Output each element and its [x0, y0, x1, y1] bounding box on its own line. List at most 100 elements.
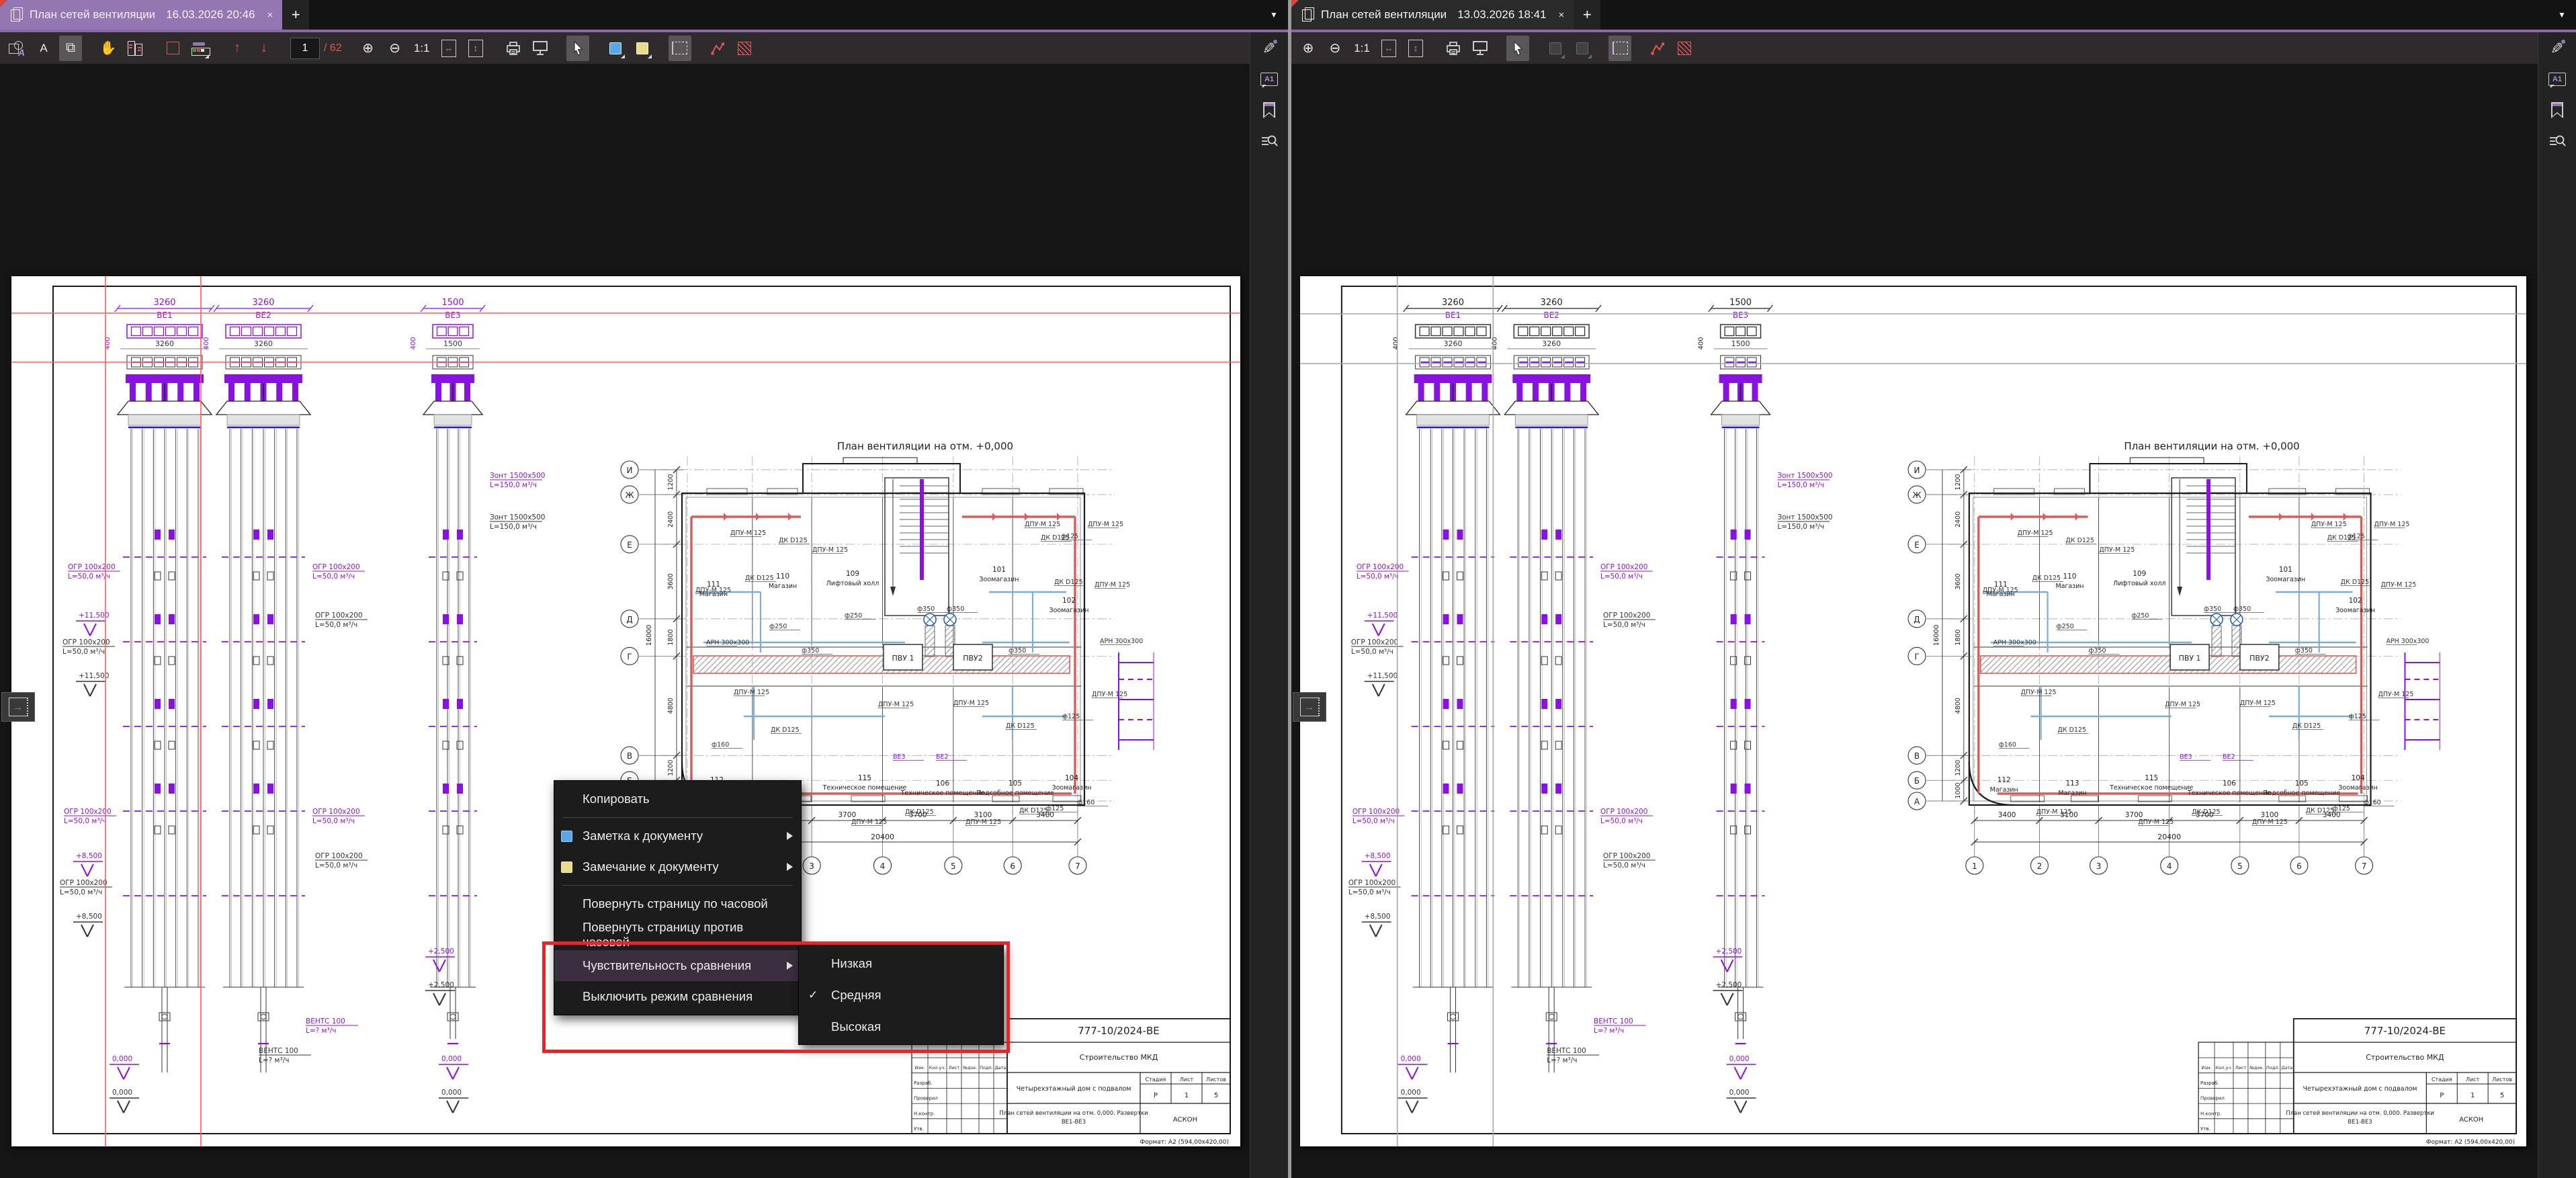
zoom-in-button[interactable]: ⊕ — [357, 36, 380, 61]
presentation-mode-button[interactable] — [1469, 36, 1492, 61]
toolbar-right: ⊕⊖1:1↔↕ — [1291, 32, 2538, 64]
menu-item-disable-compare-mode[interactable]: Выключить режим сравнения — [554, 981, 801, 1012]
zoom-out-button[interactable]: ⊖ — [384, 36, 406, 61]
note-blue-tool-button[interactable] — [604, 36, 627, 61]
svg-text:ПВУ2: ПВУ2 — [963, 654, 983, 663]
zoom-actual-size-button[interactable]: 1:1 — [411, 36, 433, 61]
tab-close-icon[interactable]: × — [267, 9, 273, 21]
svg-text:ф350: ф350 — [802, 647, 819, 655]
page-indicator-button[interactable]: 1/ 62 — [290, 36, 342, 61]
menu-item-copy[interactable]: Копировать — [554, 784, 801, 814]
bookmarks-icon[interactable] — [2548, 101, 2567, 120]
edit-pencil-icon[interactable]: ✎ — [2548, 39, 2567, 58]
svg-text:А: А — [1914, 797, 1920, 806]
zoom-out-button[interactable]: ⊖ — [1324, 36, 1346, 61]
svg-text:3400: 3400 — [2323, 811, 2341, 819]
search-document-icon[interactable] — [2548, 132, 2567, 151]
svg-text:L=50,0 м³/ч: L=50,0 м³/ч — [1351, 648, 1393, 656]
svg-text:+11,500: +11,500 — [1367, 672, 1398, 680]
thumbnails-expander-button[interactable]: → — [1293, 692, 1326, 722]
svg-text:ВЕНТС 100: ВЕНТС 100 — [259, 1047, 298, 1055]
svg-text:Д: Д — [626, 615, 632, 624]
svg-text:ВЕ1: ВЕ1 — [157, 310, 172, 320]
next-diff-button[interactable]: ↓ — [253, 36, 275, 61]
menu-item-label: Повернуть страницу против часовой — [583, 920, 793, 950]
edit-pencil-icon[interactable]: ✎ — [1260, 39, 1279, 58]
annotation-list-icon[interactable]: A1 — [1260, 70, 1279, 89]
tab-close-icon[interactable]: × — [1559, 9, 1565, 21]
hatch-rect-tool-button[interactable] — [733, 36, 756, 61]
drawing-page-left[interactable]: 3260ВЕ140032603260ВЕ240032601500ВЕ340015… — [11, 276, 1240, 1146]
zoom-in-button[interactable]: ⊕ — [1297, 36, 1320, 61]
annotation-list-icon[interactable]: A1 — [2548, 70, 2567, 89]
svg-text:L=50,0 м³/ч: L=50,0 м³/ч — [1600, 817, 1643, 825]
polyline-tool-button[interactable] — [1646, 36, 1669, 61]
svg-text:Р: Р — [1154, 1092, 1158, 1099]
svg-text:Р: Р — [2440, 1092, 2444, 1099]
fit-width-button[interactable]: ↔ — [1377, 36, 1400, 61]
svg-text:112: 112 — [1998, 776, 2011, 784]
svg-text:Кол.уч.: Кол.уч. — [929, 1065, 946, 1070]
tab-list-dropdown-icon[interactable]: ▼ — [1260, 0, 1288, 30]
svg-text:ф160: ф160 — [1999, 741, 2016, 749]
text-selection-tool-button[interactable]: A — [32, 36, 55, 61]
comment-frame-tool-button[interactable] — [669, 36, 691, 61]
current-page-field[interactable]: 1 — [290, 38, 320, 59]
submenu-item-low[interactable]: Низкая — [799, 948, 1003, 979]
svg-text:3100: 3100 — [974, 811, 992, 819]
new-tab-button[interactable]: + — [282, 0, 309, 30]
diff-list-button[interactable] — [124, 36, 146, 61]
drawing-page-right[interactable]: 3260ВЕ140032603260ВЕ240032601500ВЕ340015… — [1300, 276, 2526, 1146]
previous-diff-button[interactable]: ↑ — [226, 36, 249, 61]
text-selection-tool-icon: A — [40, 42, 47, 55]
fit-width-button[interactable]: ↔ — [437, 36, 460, 61]
svg-text:ф125: ф125 — [1062, 713, 1080, 720]
fit-height-button[interactable]: ↕ — [1404, 36, 1427, 61]
submenu-item-medium[interactable]: ✓Средняя — [799, 979, 1003, 1011]
fit-height-button[interactable]: ↕ — [464, 36, 487, 61]
svg-text:ОГР 100х200: ОГР 100х200 — [1600, 563, 1647, 571]
hatch-rect-tool-button[interactable] — [1673, 36, 1696, 61]
submenu-item-high[interactable]: Высокая — [799, 1011, 1003, 1042]
comment-frame-tool-button[interactable] — [1608, 36, 1631, 61]
svg-text:ВЕ1-ВЕ3: ВЕ1-ВЕ3 — [2348, 1119, 2372, 1126]
menu-item-note-to-document[interactable]: Заметка к документу — [554, 821, 801, 851]
document-tab-left[interactable]: План сетей вентиляции 16.03.2026 20:46 × — [0, 0, 282, 30]
svg-text:+11,500: +11,500 — [79, 612, 110, 620]
polyline-tool-button[interactable] — [706, 36, 729, 61]
dropdown-arrow-icon — [648, 54, 652, 58]
presentation-mode-button[interactable] — [529, 36, 552, 61]
svg-text:Четырехэтажный дом с подвалом: Четырехэтажный дом с подвалом — [1017, 1085, 1131, 1093]
fit-height-icon: ↕ — [468, 40, 483, 57]
tab-list-dropdown-icon[interactable]: ▼ — [2548, 0, 2576, 30]
svg-text:16000: 16000 — [1933, 625, 1940, 646]
expand-panel-icon: → — [1300, 698, 1320, 716]
svg-text:104: 104 — [1065, 774, 1078, 782]
new-tab-button[interactable]: + — [1574, 0, 1600, 30]
zoom-in-icon: ⊕ — [362, 40, 374, 56]
search-document-icon[interactable] — [1260, 132, 1279, 151]
menu-item-rotate-clockwise[interactable]: Повернуть страницу по часовой — [554, 888, 801, 919]
print-button[interactable] — [502, 36, 525, 61]
checkmark-icon: ✓ — [808, 988, 826, 1002]
print-button[interactable] — [1442, 36, 1465, 61]
pan-tool-button[interactable]: ✋ — [97, 36, 120, 61]
cursor-tool-button[interactable] — [566, 36, 589, 61]
note-yellow-tool-button[interactable] — [631, 36, 654, 61]
menu-item-rotate-counterclockwise[interactable]: Повернуть страницу против часовой — [554, 919, 801, 950]
select-annotations-tool-button[interactable]: A — [5, 36, 28, 61]
menu-item-remark-to-document[interactable]: Замечание к документу — [554, 851, 801, 882]
svg-text:102: 102 — [2349, 597, 2362, 605]
measure-tool-button[interactable] — [188, 36, 211, 61]
zoom-actual-size-button[interactable]: 1:1 — [1350, 36, 1373, 61]
document-tab-right[interactable]: План сетей вентиляции 13.03.2026 18:41 × — [1291, 0, 1574, 30]
menu-item-comparison-sensitivity[interactable]: Чувствительность сравнения — [554, 950, 801, 981]
crop-tool-button[interactable] — [161, 36, 184, 61]
thumbnails-expander-button[interactable]: → — [1, 692, 35, 722]
compare-pages-mode-button[interactable]: ⧉ — [59, 36, 82, 61]
svg-text:ф350: ф350 — [2088, 647, 2106, 655]
cursor-tool-button[interactable] — [1506, 36, 1529, 61]
svg-text:L=150,0 м³/ч: L=150,0 м³/ч — [490, 523, 537, 531]
svg-text:1500: 1500 — [1729, 298, 1752, 308]
bookmarks-icon[interactable] — [1260, 101, 1279, 120]
